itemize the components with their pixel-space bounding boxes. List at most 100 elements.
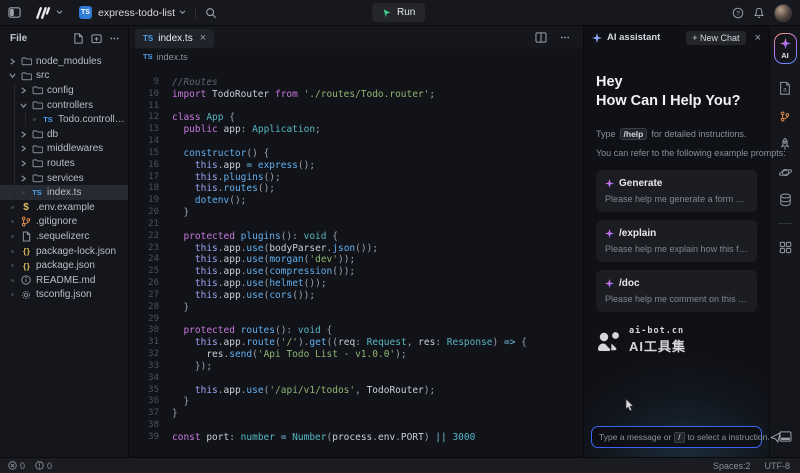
slash-badge: / bbox=[674, 432, 684, 443]
code-area[interactable]: 9//Routes10import TodoRouter from './rou… bbox=[129, 64, 583, 457]
chevron-down-icon[interactable] bbox=[56, 10, 63, 15]
code-line: 36 } bbox=[129, 396, 583, 408]
dollar-icon: $ bbox=[20, 202, 32, 213]
folder-icon bbox=[31, 158, 43, 168]
code-line: 13 public app: Application; bbox=[129, 124, 583, 136]
strip-ai-assistant-button[interactable]: AI bbox=[774, 33, 797, 64]
doc-search-icon[interactable]: a bbox=[778, 74, 792, 102]
project-name[interactable]: express-todo-list bbox=[98, 7, 175, 19]
send-icon[interactable] bbox=[770, 432, 781, 443]
bell-icon[interactable] bbox=[753, 7, 765, 19]
tree-item-.gitignore[interactable]: .gitignore bbox=[0, 215, 128, 230]
tree-item-middlewares[interactable]: middlewares bbox=[0, 142, 128, 157]
prompt-card-Generate[interactable]: GeneratePlease help me generate a form c… bbox=[596, 170, 757, 212]
tree-item-.env.example[interactable]: $.env.example bbox=[0, 200, 128, 215]
tab-title: index.ts bbox=[158, 33, 192, 44]
tree-item-README.md[interactable]: README.md bbox=[0, 273, 128, 288]
chat-placeholder: Type a message or / to select a instruct… bbox=[599, 432, 770, 443]
help-icon[interactable]: ? bbox=[732, 7, 744, 19]
code-line: 39const port: number = Number(process.en… bbox=[129, 432, 583, 444]
divider bbox=[778, 223, 792, 224]
code-line: 38 bbox=[129, 420, 583, 432]
marscode-logo-icon[interactable] bbox=[34, 6, 52, 20]
svg-text:a: a bbox=[783, 86, 787, 93]
ts-badge-icon: TS bbox=[42, 115, 54, 124]
planet-icon[interactable] bbox=[778, 158, 793, 186]
ai-assistant-panel: AI assistant + New Chat × Hey How Can I … bbox=[583, 26, 769, 457]
explorer-header: File bbox=[0, 26, 128, 50]
apps-grid-icon[interactable] bbox=[779, 233, 792, 261]
folder-icon bbox=[31, 144, 43, 154]
more-actions-icon[interactable] bbox=[559, 32, 571, 43]
example-prompts: GeneratePlease help me generate a form c… bbox=[596, 170, 757, 312]
prompt-card-doc[interactable]: /docPlease help me comment on this code. bbox=[596, 270, 757, 312]
close-tab-icon[interactable]: × bbox=[200, 33, 206, 44]
new-folder-icon[interactable] bbox=[91, 33, 102, 44]
code-line: 27 this.app.use(cors()); bbox=[129, 290, 583, 302]
help-command-badge[interactable]: /help bbox=[620, 128, 648, 140]
tree-item-index.ts[interactable]: TSindex.ts bbox=[0, 185, 128, 200]
tree-item-package-lock.json[interactable]: { }package-lock.json bbox=[0, 244, 128, 259]
code-line: 32 res.send('Api Todo List - v1.0.0'); bbox=[129, 349, 583, 361]
more-icon[interactable] bbox=[109, 33, 120, 44]
code-line: 26 this.app.use(helmet()); bbox=[129, 278, 583, 290]
strip-ai-label: AI bbox=[781, 51, 789, 60]
code-line: 9//Routes bbox=[129, 77, 583, 89]
tree-item-services[interactable]: services bbox=[0, 171, 128, 186]
code-line: 16 this.app = express(); bbox=[129, 160, 583, 172]
breadcrumb[interactable]: TS index.ts bbox=[129, 49, 583, 64]
tree-item-config[interactable]: config bbox=[0, 83, 128, 98]
tab-index-ts[interactable]: TS index.ts × bbox=[135, 29, 214, 48]
git-branch-icon[interactable] bbox=[780, 102, 790, 130]
greeting-line2: How Can I Help You? bbox=[596, 92, 757, 111]
editor-tabbar: TS index.ts × bbox=[129, 26, 583, 49]
tree-item-controllers[interactable]: controllers bbox=[0, 98, 128, 113]
new-file-icon[interactable] bbox=[73, 33, 84, 44]
database-icon[interactable] bbox=[779, 186, 792, 214]
file-dot bbox=[8, 264, 16, 267]
tree-item-tsconfig.json[interactable]: tsconfig.json bbox=[0, 288, 128, 303]
chevron-down-icon[interactable] bbox=[179, 10, 186, 15]
tree-item-.sequelizerc[interactable]: .sequelizerc bbox=[0, 229, 128, 244]
chevron-icon bbox=[19, 175, 27, 182]
ai-bot-watermark: ai-bot.cn AI工具集 bbox=[596, 326, 757, 355]
chat-input[interactable]: Type a message or / to select a instruct… bbox=[591, 426, 762, 448]
code-line: 37} bbox=[129, 408, 583, 420]
explorer-title: File bbox=[10, 33, 27, 44]
new-chat-button[interactable]: + New Chat bbox=[686, 31, 745, 45]
tree-item-Todo.controller.ts[interactable]: TSTodo.controller.ts bbox=[0, 112, 128, 127]
tree-item-routes[interactable]: routes bbox=[0, 156, 128, 171]
folder-icon bbox=[20, 71, 32, 81]
run-button[interactable]: Run bbox=[372, 3, 425, 22]
file-dot bbox=[8, 279, 16, 282]
tree-item-package.json[interactable]: { }package.json bbox=[0, 258, 128, 273]
error-indicator[interactable]: 0 bbox=[8, 461, 25, 471]
sidebar-toggle-icon[interactable] bbox=[8, 6, 21, 19]
user-avatar[interactable] bbox=[774, 4, 792, 22]
warning-indicator[interactable]: 0 bbox=[35, 461, 52, 471]
ide-window: TS express-todo-list Run ? bbox=[0, 0, 800, 473]
code-line: 11 bbox=[129, 101, 583, 113]
close-panel-icon[interactable]: × bbox=[755, 32, 761, 44]
tree-item-db[interactable]: db bbox=[0, 127, 128, 142]
ai-sparkle-icon bbox=[605, 229, 614, 238]
folder-icon bbox=[31, 85, 43, 95]
search-icon[interactable] bbox=[205, 7, 217, 19]
file-dot bbox=[8, 206, 16, 209]
svg-text:?: ? bbox=[736, 10, 740, 17]
right-icon-strip: AI a bbox=[769, 26, 800, 457]
file-dot bbox=[19, 191, 27, 194]
refer-hint: You can refer to the following example p… bbox=[596, 148, 757, 158]
chevron-icon bbox=[19, 87, 27, 94]
code-line: 19 dotenv(); bbox=[129, 195, 583, 207]
tree-item-node_modules[interactable]: node_modules bbox=[0, 54, 128, 69]
braces-icon: { } bbox=[20, 246, 32, 256]
tree-item-src[interactable]: src bbox=[0, 69, 128, 84]
indentation-status[interactable]: Spaces:2 bbox=[713, 461, 751, 471]
code-line: 18 this.routes(); bbox=[129, 183, 583, 195]
code-line: 35 this.app.use('/api/v1/todos', TodoRou… bbox=[129, 385, 583, 397]
prompt-card-explain[interactable]: /explainPlease help me explain how this … bbox=[596, 220, 757, 262]
split-editor-icon[interactable] bbox=[535, 32, 547, 43]
code-line: 22 protected plugins(): void { bbox=[129, 231, 583, 243]
encoding-status[interactable]: UTF-8 bbox=[765, 461, 791, 471]
